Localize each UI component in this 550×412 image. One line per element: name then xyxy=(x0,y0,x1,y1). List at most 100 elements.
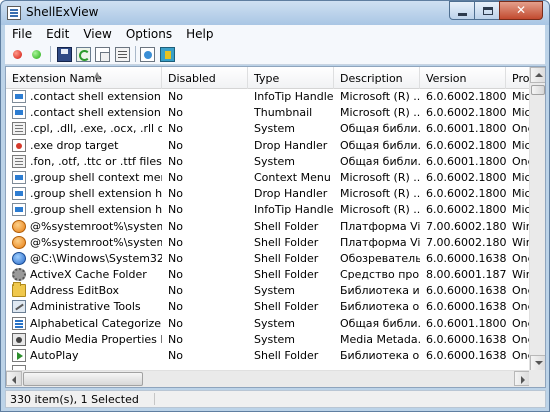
cell-version: 6.0.6002.18005 ... xyxy=(426,138,506,152)
maximize-button[interactable] xyxy=(474,1,500,20)
audio-icon xyxy=(12,332,26,346)
menu-options[interactable]: Options xyxy=(119,25,179,43)
play-icon xyxy=(12,349,26,362)
list-item[interactable]: @%systemroot%\system32... No Shell Folder П… xyxy=(6,235,531,251)
list-item[interactable]: @C:\Windows\System32\s... No Shell Folder О… xyxy=(6,251,531,267)
cell-version: 6.0.6000.16386 ... xyxy=(426,300,506,314)
list-item[interactable]: @%systemroot%\system32... No Shell Folder П… xyxy=(6,219,531,235)
cell-version: 6.0.6002.18005 ... xyxy=(426,203,506,217)
cell-name: .contact shell extension ha... xyxy=(30,90,162,103)
minimize-button[interactable] xyxy=(449,1,475,20)
vertical-scroll-thumb[interactable] xyxy=(531,85,545,95)
column-label: Type xyxy=(254,72,280,85)
cell-description: Общая библи... xyxy=(340,138,420,152)
cell-disabled: No xyxy=(168,332,183,346)
cell-description: Библиотека о... xyxy=(340,300,420,314)
list-item[interactable]: .exe drop target No Drop Handler Общая библ… xyxy=(6,138,531,154)
cell-description: Библиотека о... xyxy=(340,349,420,362)
scrollbar-corner xyxy=(529,370,545,387)
column-disabled[interactable]: Disabled xyxy=(162,67,248,89)
column-version[interactable]: Version xyxy=(420,67,506,89)
list-item[interactable]: AutoPlay No Shell Folder Библиотека о... 6.0… xyxy=(6,348,531,364)
refresh-icon[interactable] xyxy=(76,47,91,62)
cell-disabled: No xyxy=(168,349,183,362)
extension-list[interactable]: Extension Name ▲ Disabled Type Descripti… xyxy=(5,66,546,388)
list-item[interactable]: .contact shell extension ha... No InfoTip … xyxy=(6,89,531,105)
copy-icon[interactable] xyxy=(95,47,110,62)
title-bar[interactable]: ShellExView ✕ xyxy=(1,1,549,25)
scroll-down-button[interactable] xyxy=(530,355,545,371)
html-report-icon[interactable] xyxy=(140,47,155,62)
column-description[interactable]: Description xyxy=(334,67,420,89)
horizontal-scroll-thumb[interactable] xyxy=(23,372,143,386)
list-item[interactable]: Alphabetical Categorizer No System Общая би… xyxy=(6,316,531,332)
app-window: ShellExView ✕ File Edit View Options Hel… xyxy=(0,0,550,412)
horizontal-scrollbar[interactable] xyxy=(6,370,530,387)
menu-file[interactable]: File xyxy=(5,25,39,43)
chevron-down-icon xyxy=(535,361,543,365)
file-icon xyxy=(12,170,26,184)
cell-description: Общая библи... xyxy=(340,122,420,136)
save-icon[interactable] xyxy=(57,47,72,62)
cell-name: @C:\Windows\System32\s... xyxy=(30,251,162,265)
cell-disabled: No xyxy=(168,170,183,184)
enable-items-icon[interactable] xyxy=(32,50,41,59)
cell-version: 6.0.6002.18005 ... xyxy=(426,187,506,201)
file-icon xyxy=(12,90,26,103)
menu-edit[interactable]: Edit xyxy=(39,25,76,43)
status-text: 330 item(s), 1 Selected xyxy=(10,393,139,406)
close-icon: ✕ xyxy=(515,3,527,17)
menu-view[interactable]: View xyxy=(76,25,118,43)
scroll-right-button[interactable] xyxy=(514,371,530,386)
list-item[interactable]: .cpl, .dll, .exe, .ocx, .rll or .sy... No… xyxy=(6,121,531,137)
cell-disabled: No xyxy=(168,219,183,233)
cell-description: Библиотека и... xyxy=(340,284,420,298)
scroll-up-button[interactable] xyxy=(530,67,545,83)
cell-disabled: No xyxy=(168,90,183,103)
vertical-scrollbar[interactable] xyxy=(529,67,545,371)
list-item[interactable]: .group shell extension hand... No InfoTip … xyxy=(6,202,531,218)
cell-type: Context Menu xyxy=(254,170,331,184)
cell-type: System xyxy=(254,332,296,346)
window-title: ShellExView xyxy=(26,5,99,19)
list-item[interactable]: .group shell extension hand... No Drop Han… xyxy=(6,186,531,202)
list-item[interactable]: .fon, .otf, .ttc or .ttf files No System Об… xyxy=(6,154,531,170)
list-item[interactable]: Audio Media Properties Ha... No System Medi… xyxy=(6,332,531,348)
cell-name: Audio Media Properties Ha... xyxy=(30,332,162,346)
cell-name: Address EditBox xyxy=(30,284,120,298)
menu-help[interactable]: Help xyxy=(179,25,220,43)
cell-version: 6.0.6001.18000 ... xyxy=(426,122,506,136)
list-item[interactable]: .contact shell extension ha... No Thumbnai… xyxy=(6,105,531,121)
list-item[interactable]: Administrative Tools No Shell Folder Библио… xyxy=(6,299,531,315)
globe-icon xyxy=(12,235,26,249)
cell-name: Administrative Tools xyxy=(30,300,141,314)
properties-icon[interactable] xyxy=(115,47,130,62)
cell-description: Платформа Vi... xyxy=(340,219,420,233)
exe-icon xyxy=(12,138,26,152)
cell-version: 6.0.6002.18005 ... xyxy=(426,170,506,184)
toolbar-separator xyxy=(50,46,51,62)
tools-icon xyxy=(12,300,26,314)
cell-version: 6.0.6000.16386 ... xyxy=(426,251,506,265)
cell-description: Media Metada... xyxy=(340,332,420,346)
column-extension-name[interactable]: Extension Name ▲ xyxy=(6,67,162,89)
cell-name: .exe drop target xyxy=(30,138,119,152)
close-button[interactable]: ✕ xyxy=(499,1,543,20)
list-item[interactable]: .group shell context menu No Context Menu M… xyxy=(6,170,531,186)
cell-description: Microsoft (R) ... xyxy=(340,90,420,103)
cell-disabled: No xyxy=(168,138,183,152)
sort-icon xyxy=(12,316,26,330)
cell-type: Drop Handler xyxy=(254,187,328,201)
cell-description: Общая библи... xyxy=(340,154,420,168)
minimize-icon xyxy=(458,13,467,16)
list-item[interactable]: Address EditBox No System Библиотека и... 6.… xyxy=(6,282,531,299)
column-type[interactable]: Type xyxy=(248,67,334,89)
cell-description: Платформа Vi... xyxy=(340,235,420,249)
scroll-left-button[interactable] xyxy=(6,371,22,386)
cell-disabled: No xyxy=(168,251,183,265)
chevron-up-icon xyxy=(535,73,543,77)
cell-version: 6.0.6000.16386 ... xyxy=(426,332,506,346)
list-item[interactable]: ActiveX Cache Folder No Shell Folder Средст… xyxy=(6,267,531,283)
disable-items-icon[interactable] xyxy=(13,50,22,59)
exit-icon[interactable] xyxy=(160,47,175,62)
